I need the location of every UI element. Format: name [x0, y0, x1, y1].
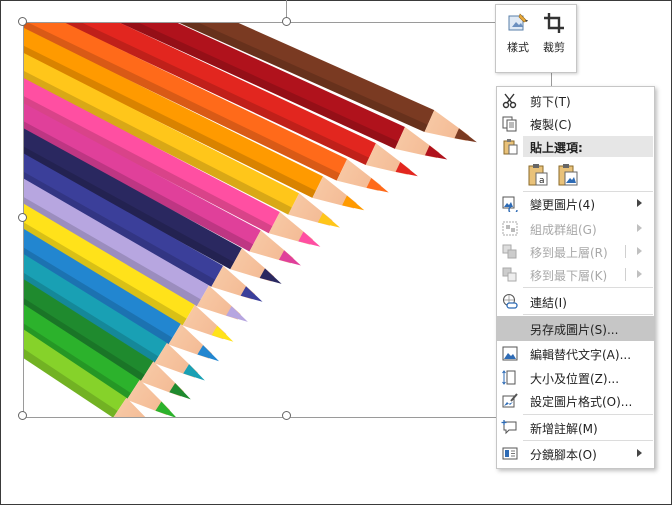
- group-icon: [502, 221, 518, 236]
- menu-item-link[interactable]: 連結(I): [497, 290, 654, 313]
- menu-item-send-to-back[interactable]: 移到最下層(K): [497, 263, 654, 286]
- style-icon: [508, 13, 528, 31]
- submenu-arrow: [637, 247, 642, 255]
- menu-item-copy[interactable]: 複製(C): [497, 112, 654, 135]
- crop-label: 裁剪: [543, 41, 565, 54]
- selected-picture[interactable]: [23, 22, 552, 418]
- send-back-icon: [502, 267, 517, 282]
- menu-item-change-picture[interactable]: 變更圖片(4): [497, 192, 654, 215]
- paste-options-header: 貼上選項:: [523, 136, 653, 157]
- mini-toolbar: 樣式 裁剪: [495, 4, 577, 73]
- paste-picture-icon[interactable]: [557, 163, 579, 187]
- alt-text-icon: [502, 346, 518, 361]
- resize-handle-bottom[interactable]: [282, 411, 291, 420]
- paste-keep-text-icon[interactable]: a: [527, 163, 549, 187]
- submenu-arrow: [637, 449, 642, 457]
- menu-item-new-comment[interactable]: 新增註解(M): [497, 416, 654, 439]
- resize-handle-top-left[interactable]: [18, 17, 27, 26]
- paste-options-row: a: [497, 160, 654, 190]
- menu-item-edit-alt-text[interactable]: 編輯替代文字(A)...: [497, 342, 654, 365]
- split-divider: [625, 245, 626, 258]
- menu-separator: [523, 440, 653, 441]
- scissors-icon: [502, 93, 517, 109]
- style-button[interactable]: 樣式: [500, 11, 536, 55]
- crop-icon: [544, 13, 564, 33]
- copy-icon: [502, 116, 517, 132]
- split-divider: [625, 268, 626, 281]
- size-icon: [502, 370, 516, 385]
- clipboard-icon: [503, 139, 518, 155]
- menu-item-format-picture[interactable]: 設定圖片格式(O)...: [497, 389, 654, 412]
- menu-item-bring-to-front[interactable]: 移到最上層(R): [497, 240, 654, 263]
- menu-separator: [523, 314, 653, 315]
- svg-text:a: a: [539, 176, 545, 186]
- change-picture-icon: [502, 196, 518, 212]
- submenu-arrow: [637, 199, 642, 207]
- menu-item-group[interactable]: 組成群組(G): [497, 217, 654, 240]
- menu-item-storyboard[interactable]: 分鏡腳本(O): [497, 442, 654, 465]
- context-menu: 剪下(T) 複製(C) 貼上選項: a 變更圖片(4) 組成群組(G) 移到最上…: [496, 86, 655, 469]
- menu-separator: [523, 287, 653, 288]
- format-picture-icon: [502, 393, 518, 408]
- submenu-arrow: [637, 270, 642, 278]
- resize-handle-left[interactable]: [18, 213, 27, 222]
- style-label: 樣式: [507, 41, 529, 54]
- menu-item-size-position[interactable]: 大小及位置(Z)...: [497, 366, 654, 389]
- menu-item-cut[interactable]: 剪下(T): [497, 89, 654, 112]
- storyboard-icon: [502, 447, 518, 460]
- bring-front-icon: [502, 244, 517, 259]
- submenu-arrow: [637, 224, 642, 232]
- menu-separator: [523, 414, 653, 415]
- comment-icon: [501, 420, 517, 435]
- link-icon: [503, 294, 518, 309]
- menu-item-save-as-picture[interactable]: 另存成圖片(S)...: [497, 316, 654, 341]
- colored-pencils-image: [24, 23, 551, 417]
- resize-handle-bottom-left[interactable]: [18, 411, 27, 420]
- resize-handle-top[interactable]: [282, 17, 291, 26]
- crop-button[interactable]: 裁剪: [536, 11, 572, 55]
